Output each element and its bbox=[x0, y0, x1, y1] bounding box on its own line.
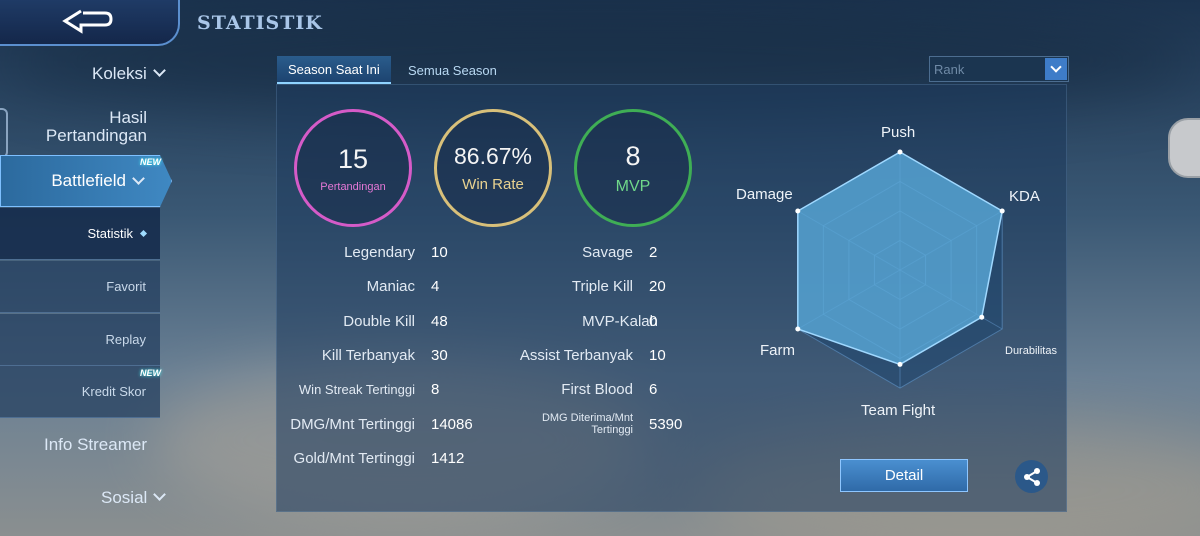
stat-value: 4 bbox=[431, 278, 440, 295]
chevron-down-icon bbox=[132, 171, 145, 185]
mvp-circle: 8 MVP bbox=[574, 109, 692, 227]
stat-label: Assist Terbanyak bbox=[519, 347, 633, 364]
new-badge: NEW bbox=[140, 368, 161, 378]
stat-value: 30 bbox=[431, 347, 448, 364]
stat-label: DMG/Mnt Tertinggi bbox=[290, 416, 415, 433]
radar-label-team-fight: Team Fight bbox=[861, 402, 936, 419]
matches-value: 15 bbox=[337, 143, 369, 174]
radar-point bbox=[897, 149, 903, 155]
stat-label-line: DMG Diterima/Mnt bbox=[541, 412, 633, 424]
stat-value: 20 bbox=[649, 278, 666, 295]
share-icon bbox=[1023, 467, 1040, 486]
new-badge: NEW bbox=[140, 157, 161, 167]
subnav-label: Statistik bbox=[87, 226, 133, 241]
stat-label: First Blood bbox=[561, 381, 633, 398]
sidebar-item-label: Battlefield bbox=[51, 171, 126, 190]
stat-label: Legendary bbox=[344, 244, 415, 261]
radar-chart bbox=[795, 149, 1005, 389]
tab-semua-season[interactable]: Semua Season bbox=[397, 56, 508, 84]
stat-label: Gold/Mnt Tertinggi bbox=[293, 450, 415, 467]
stat-value: 2 bbox=[649, 244, 658, 261]
radar-label-farm: Farm bbox=[760, 342, 795, 359]
stat-value: 48 bbox=[431, 313, 448, 330]
radar-point bbox=[897, 361, 903, 367]
rank-filter-value: Rank bbox=[934, 61, 965, 77]
stat-value: 0 bbox=[649, 313, 658, 330]
subnav-label: Favorit bbox=[106, 279, 146, 294]
subnav-replay[interactable]: Replay bbox=[0, 314, 160, 366]
radar-label-push: Push bbox=[881, 124, 916, 141]
chevron-down-icon bbox=[153, 488, 167, 501]
stat-value: 10 bbox=[431, 244, 448, 261]
sidebar-item-info-streamer[interactable]: Info Streamer bbox=[44, 435, 147, 455]
rank-filter-dropdown[interactable]: Rank bbox=[929, 56, 1069, 82]
radar-point bbox=[795, 326, 801, 332]
sidebar-item-label: Koleksi bbox=[92, 64, 147, 83]
stat-value: 8 bbox=[431, 381, 440, 398]
stat-label: Win Streak Tertinggi bbox=[298, 382, 415, 397]
matches-circle: 15 Pertandingan bbox=[294, 109, 412, 227]
tab-season-saat-ini[interactable]: Season Saat Ini bbox=[277, 56, 391, 84]
chevron-down-icon bbox=[1045, 58, 1067, 80]
stat-value: 14086 bbox=[431, 416, 473, 433]
stat-value: 6 bbox=[649, 381, 658, 398]
matches-label: Pertandingan bbox=[320, 180, 386, 193]
stat-label: Savage bbox=[582, 244, 633, 261]
stat-label: Double Kill bbox=[343, 313, 415, 330]
sidebar-item-sosial[interactable]: Sosial bbox=[101, 488, 167, 508]
radar-label-durabilitas: Durabilitas bbox=[1005, 345, 1057, 357]
radar-point bbox=[979, 314, 985, 320]
subnav-label: Kredit Skor bbox=[81, 384, 146, 399]
subnav-statistik[interactable]: Statistik bbox=[0, 208, 160, 260]
winrate-circle: 86.67% Win Rate bbox=[434, 109, 552, 227]
share-button[interactable] bbox=[1015, 460, 1048, 493]
subnav-favorit[interactable]: Favorit bbox=[0, 261, 160, 313]
active-indicator-icon bbox=[139, 229, 148, 238]
radar-label-kda: KDA bbox=[1009, 188, 1040, 205]
back-button[interactable] bbox=[0, 0, 180, 46]
stat-label: MVP-Kalah bbox=[582, 313, 658, 330]
detail-button[interactable]: Detail bbox=[840, 459, 968, 492]
mvp-label: MVP bbox=[615, 177, 651, 195]
stat-label: Kill Terbanyak bbox=[321, 347, 415, 364]
radar-point bbox=[795, 208, 801, 214]
page-title: STATISTIK bbox=[197, 12, 323, 34]
subnav-label: Replay bbox=[105, 332, 146, 347]
sidebar-item-label: Hasil bbox=[109, 108, 147, 127]
selection-bracket bbox=[0, 108, 8, 158]
sidebar-item-label: Pertandingan bbox=[45, 126, 147, 145]
winrate-label: Win Rate bbox=[462, 176, 524, 193]
stat-value: 10 bbox=[649, 347, 666, 364]
subnav-kredit-skor[interactable]: Kredit Skor bbox=[0, 366, 160, 418]
radar-label-damage: Damage bbox=[736, 186, 793, 203]
mvp-value: 8 bbox=[625, 140, 641, 171]
sidebar-item-koleksi[interactable]: Koleksi bbox=[92, 64, 166, 84]
winrate-value: 86.67% bbox=[453, 143, 532, 169]
stat-label-line: Tertinggi bbox=[591, 424, 633, 436]
side-edge-button[interactable] bbox=[1168, 118, 1200, 178]
stat-label: Triple Kill bbox=[571, 278, 633, 295]
chevron-down-icon bbox=[152, 64, 166, 77]
sidebar-item-hasil-pertandingan[interactable]: Hasil Pertandingan bbox=[30, 109, 147, 145]
sidebar-item-label: Sosial bbox=[101, 488, 148, 507]
stat-label: Maniac bbox=[366, 278, 415, 295]
back-arrow-icon bbox=[62, 9, 113, 34]
radar-point bbox=[999, 208, 1005, 214]
stat-value: 1412 bbox=[431, 450, 465, 467]
stat-label: DMG Diterima/Mnt Tertinggi bbox=[500, 412, 633, 436]
stat-value: 5390 bbox=[649, 416, 683, 433]
